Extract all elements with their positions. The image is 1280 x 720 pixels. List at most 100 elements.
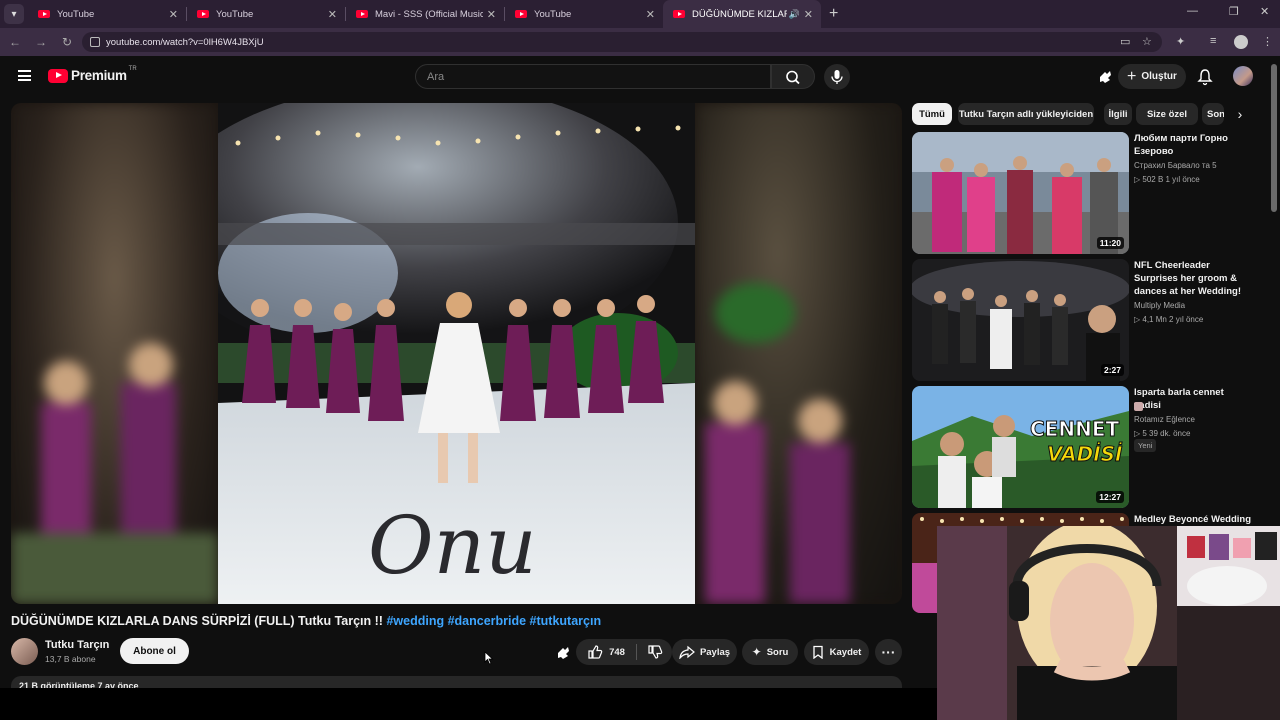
bookmark-icon — [813, 645, 823, 659]
microphone-icon — [831, 70, 843, 84]
channel-name[interactable]: Tutku Tarçın — [45, 639, 109, 651]
voice-search-button[interactable] — [824, 64, 850, 90]
video-thumbnail[interactable]: 2:27 — [912, 259, 1129, 381]
video-hashtags[interactable]: #wedding #dancerbride #tutkutarçın — [386, 614, 601, 628]
video-thumbnail[interactable]: 11:20 — [912, 132, 1129, 254]
youtube-favicon-icon — [38, 10, 50, 18]
browser-menu-icon[interactable]: ⋮ — [1262, 35, 1273, 48]
create-button[interactable]: + Oluştur — [1118, 64, 1186, 89]
like-count: 748 — [609, 646, 625, 658]
chip-related[interactable]: İlgili — [1104, 103, 1132, 125]
site-info-icon[interactable] — [90, 37, 100, 47]
youtube-premium-logo[interactable]: Premium TR — [48, 66, 137, 83]
new-tab-icon[interactable]: + — [829, 5, 838, 23]
recommendation-meta: ▷ 502 B 1 yıl önce — [1134, 175, 1200, 184]
close-window-icon[interactable]: ✕ — [1260, 5, 1269, 18]
url-field[interactable]: youtube.com/watch?v=0lH6W4JBXjU — [82, 32, 1162, 52]
browser-tab-active[interactable]: DÜĞÜNÜMDE KIZLARLA DANS SÜRPİZİ 🔊 ✕ — [663, 0, 821, 28]
mouse-cursor-icon — [484, 651, 494, 665]
tab-search-icon[interactable]: ▾ — [4, 4, 24, 24]
search-button[interactable] — [771, 64, 815, 89]
ask-button[interactable]: ✦ Soru — [742, 639, 798, 665]
save-button[interactable]: Kaydet — [804, 639, 869, 665]
channel-avatar[interactable] — [11, 638, 38, 665]
minimize-icon[interactable]: — — [1187, 5, 1198, 17]
recommendation-title[interactable]: Любим парти Горно Езерово — [1134, 132, 1252, 158]
subscribe-button[interactable]: Abone ol — [120, 638, 189, 664]
recommendation-title[interactable]: Medley Beyoncé Wedding — [1134, 513, 1252, 526]
page-scrollbar[interactable] — [1271, 64, 1277, 212]
video-player[interactable]: Onu — [11, 103, 902, 604]
share-icon — [679, 645, 695, 659]
youtube-favicon-icon — [356, 10, 368, 18]
browser-tab[interactable]: Mavi - SSS (Official Music Video) ✕ — [346, 0, 504, 28]
recommendation-item[interactable]: CENNET VADİSİ 12:27 Isparta barla cennet… — [912, 386, 1252, 508]
browser-tab[interactable]: YouTube ✕ — [505, 0, 663, 28]
video-duration: 12:27 — [1096, 491, 1124, 503]
reload-icon[interactable]: ↻ — [54, 35, 80, 49]
thumbs-down-icon — [647, 645, 662, 659]
webcam-overlay — [937, 526, 1280, 720]
thumbs-up-icon — [588, 645, 603, 659]
share-button[interactable]: Paylaş — [672, 639, 737, 665]
address-toolbar: ← → ↻ youtube.com/watch?v=0lH6W4JBXjU — [0, 28, 1280, 56]
close-tab-icon[interactable]: ✕ — [487, 8, 496, 21]
close-tab-icon[interactable]: ✕ — [646, 8, 655, 21]
svg-text:VADİSİ: VADİSİ — [1047, 442, 1123, 466]
forward-icon[interactable]: → — [28, 35, 54, 49]
bookmark-star-icon[interactable]: ☆ — [1142, 35, 1152, 48]
cast-icon[interactable]: ▭ — [1120, 35, 1130, 48]
like-button[interactable]: 748 — [576, 639, 636, 665]
new-badge: Yeni — [1134, 439, 1157, 452]
chips-next-icon[interactable]: › — [1228, 103, 1252, 125]
media-controls-icon[interactable]: ≡ — [1210, 35, 1216, 47]
recommendation-item[interactable]: 2:27 NFL Cheerleader Surprises her groom… — [912, 259, 1252, 381]
close-tab-icon[interactable]: ✕ — [169, 8, 178, 21]
youtube-masthead: Premium TR Ara + Oluştur — [0, 56, 1270, 98]
recommendation-item[interactable]: 11:20 Любим парти Горно Езерово Страхил … — [912, 132, 1252, 254]
video-thumbnail[interactable]: CENNET VADİSİ 12:27 — [912, 386, 1129, 508]
youtube-favicon-icon — [673, 10, 685, 18]
browser-tab[interactable]: YouTube ✕ — [187, 0, 345, 28]
chip-from-uploader[interactable]: Tutku Tarçın adlı yükleyiciden — [958, 103, 1094, 125]
svg-text:Onu: Onu — [368, 499, 537, 592]
extensions-icon[interactable]: ✦ — [1176, 35, 1185, 48]
chip-all[interactable]: Tümü — [912, 103, 952, 125]
recommendation-channel[interactable]: Страхил Барвало та 5 — [1134, 161, 1217, 170]
premium-extension-icon[interactable] — [1097, 69, 1113, 85]
account-avatar[interactable] — [1233, 66, 1253, 86]
youtube-favicon-icon — [197, 10, 209, 18]
youtube-favicon-icon — [515, 10, 527, 18]
more-horizontal-icon: ··· — [881, 644, 896, 660]
premium-jump-ahead-icon[interactable] — [555, 645, 571, 661]
video-title: DÜĞÜNÜMDE KIZLARLA DANS SÜRPİZİ (FULL) T… — [11, 614, 602, 628]
video-frame: Onu — [218, 103, 695, 604]
filter-chips: Tümü Tutku Tarçın adlı yükleyiciden İlgi… — [912, 103, 1252, 125]
plus-icon: + — [1127, 67, 1137, 85]
recommendation-title[interactable]: Isparta barla cennet vadisi — [1134, 386, 1252, 412]
chip-for-you[interactable]: Size özel — [1136, 103, 1198, 125]
chip-recent[interactable]: Son — [1202, 103, 1224, 125]
close-tab-icon[interactable]: ✕ — [328, 8, 337, 21]
search-input[interactable]: Ara — [415, 64, 771, 89]
recommendation-title[interactable]: NFL Cheerleader Surprises her groom & da… — [1134, 259, 1252, 298]
back-icon[interactable]: ← — [2, 35, 28, 49]
profile-avatar-icon[interactable] — [1234, 35, 1248, 49]
blurred-backdrop-right — [695, 103, 902, 604]
more-actions-button[interactable]: ··· — [875, 639, 902, 665]
search-icon — [786, 70, 800, 85]
sparkle-icon: ✦ — [751, 645, 762, 659]
audio-playing-icon[interactable]: 🔊 — [789, 9, 800, 20]
close-tab-icon[interactable]: ✕ — [804, 8, 813, 21]
recommendation-channel[interactable]: Rotamız Eğlence — [1134, 415, 1195, 424]
maximize-icon[interactable]: ❐ — [1229, 5, 1239, 18]
browser-tab-strip: ▾ YouTube ✕ YouTube ✕ Mavi - SSS (Offici… — [0, 0, 1280, 28]
browser-tab[interactable]: YouTube ✕ — [28, 0, 186, 28]
recommendation-meta: ▷ 5 39 dk. önce — [1134, 429, 1191, 438]
recommendation-meta: ▷ 4,1 Mn 2 yıl önce — [1134, 315, 1204, 324]
video-duration: 11:20 — [1096, 237, 1124, 249]
notifications-bell-icon[interactable] — [1197, 68, 1213, 86]
dislike-button[interactable] — [637, 639, 672, 665]
menu-icon[interactable] — [18, 70, 31, 81]
recommendation-channel[interactable]: Multiply Media — [1134, 301, 1185, 310]
